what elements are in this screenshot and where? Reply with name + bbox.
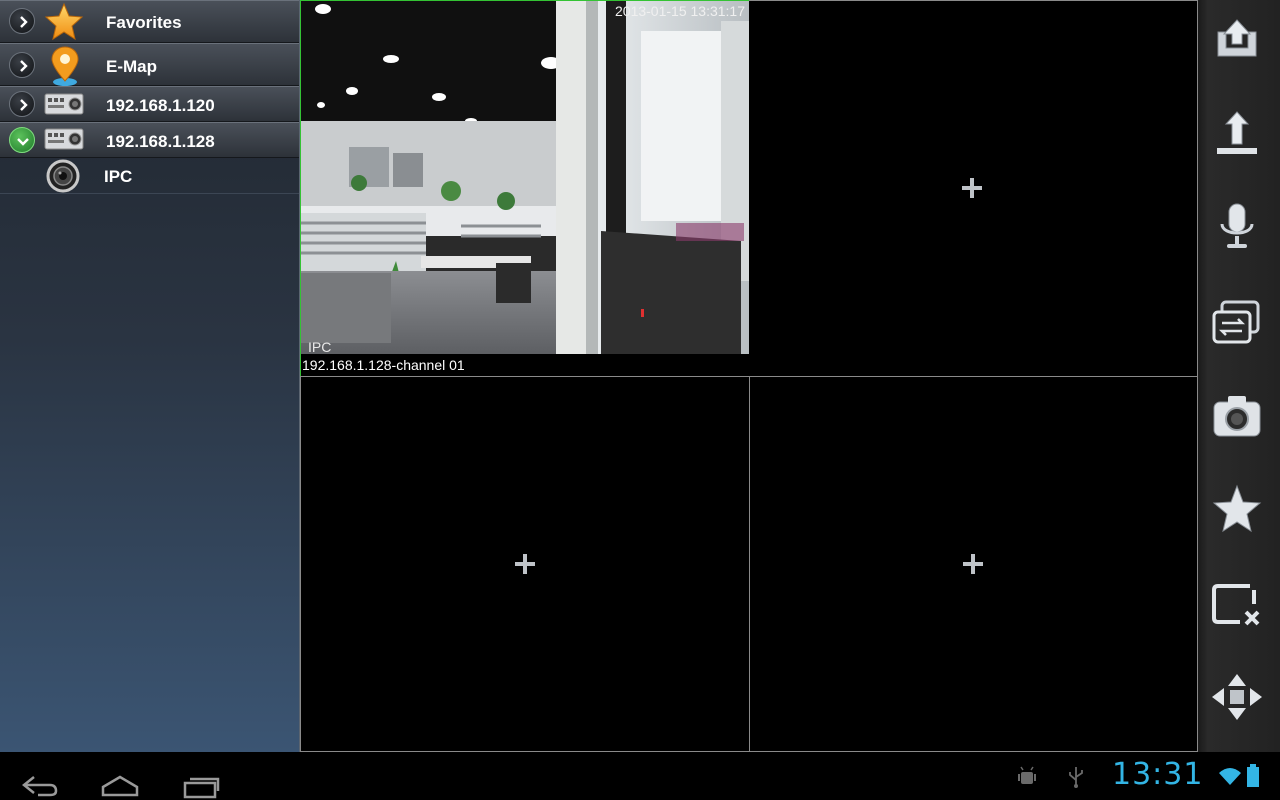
dvr-device-icon [44,93,84,115]
dvr-device-icon [44,128,84,150]
tree-item-label: E-Map [106,57,157,76]
favorite-star-icon[interactable] [1210,484,1264,534]
tree-item-emap[interactable]: E-Map [0,43,299,86]
wifi-icon [1219,768,1241,785]
video-cell-2[interactable] [749,0,1198,377]
channel-caption-bar: 192.168.1.128-channel 01 [301,354,749,376]
tree-item-favorites[interactable]: Favorites [0,0,299,43]
expand-arrow-icon[interactable] [9,52,35,78]
tree-item-device-120[interactable]: 192.168.1.120 [0,86,299,122]
tree-item-label: 192.168.1.128 [106,132,215,151]
channel-label: 192.168.1.128-channel 01 [302,357,465,373]
usb-icon [1069,767,1083,788]
tree-item-label: 192.168.1.120 [106,96,215,115]
switch-stream-icon[interactable] [1210,298,1264,348]
android-debug-icon [1018,766,1036,784]
live-video-feed [301,1,749,354]
microphone-icon[interactable] [1210,202,1264,252]
video-cell-1[interactable]: 2013-01-15 13:31:17 IPC 192.168.1.128-ch… [300,0,750,377]
star-icon [44,2,84,41]
tree-item-device-128[interactable]: 192.168.1.128 [0,122,299,158]
tree-item-label: IPC [104,167,133,186]
expand-arrow-icon[interactable] [9,91,35,117]
ptz-direction-icon[interactable] [1210,672,1264,722]
recent-apps-icon[interactable] [182,762,222,800]
map-pin-icon [51,46,79,86]
add-channel-icon[interactable] [960,176,984,200]
back-icon[interactable] [20,762,60,800]
tree-item-ipc-channel[interactable]: IPC [0,158,299,194]
video-cell-3[interactable] [300,376,750,752]
push-to-top-icon[interactable] [1210,108,1264,158]
video-timestamp: 2013-01-15 13:31:17 [615,3,745,19]
tree-item-label: Favorites [106,13,182,32]
add-channel-icon[interactable] [513,552,537,576]
camera-snapshot-icon[interactable] [1210,392,1264,442]
collapse-arrow-icon[interactable] [9,127,35,153]
video-cell-4[interactable] [749,376,1198,752]
status-clock: 13:31 [1112,757,1204,792]
video-osd-label: IPC [308,339,332,355]
expand-arrow-icon[interactable] [9,8,35,34]
device-tree-panel: Favorites E-Map 192.168.1.120 192.168.1.… [0,0,300,752]
add-channel-icon[interactable] [961,552,985,576]
upload-icon[interactable] [1210,14,1264,64]
video-grid: 2013-01-15 13:31:17 IPC 192.168.1.128-ch… [300,0,1198,752]
camera-lens-icon [46,159,80,193]
battery-icon [1247,764,1259,787]
close-window-icon[interactable] [1210,580,1264,630]
home-icon[interactable] [100,762,140,800]
